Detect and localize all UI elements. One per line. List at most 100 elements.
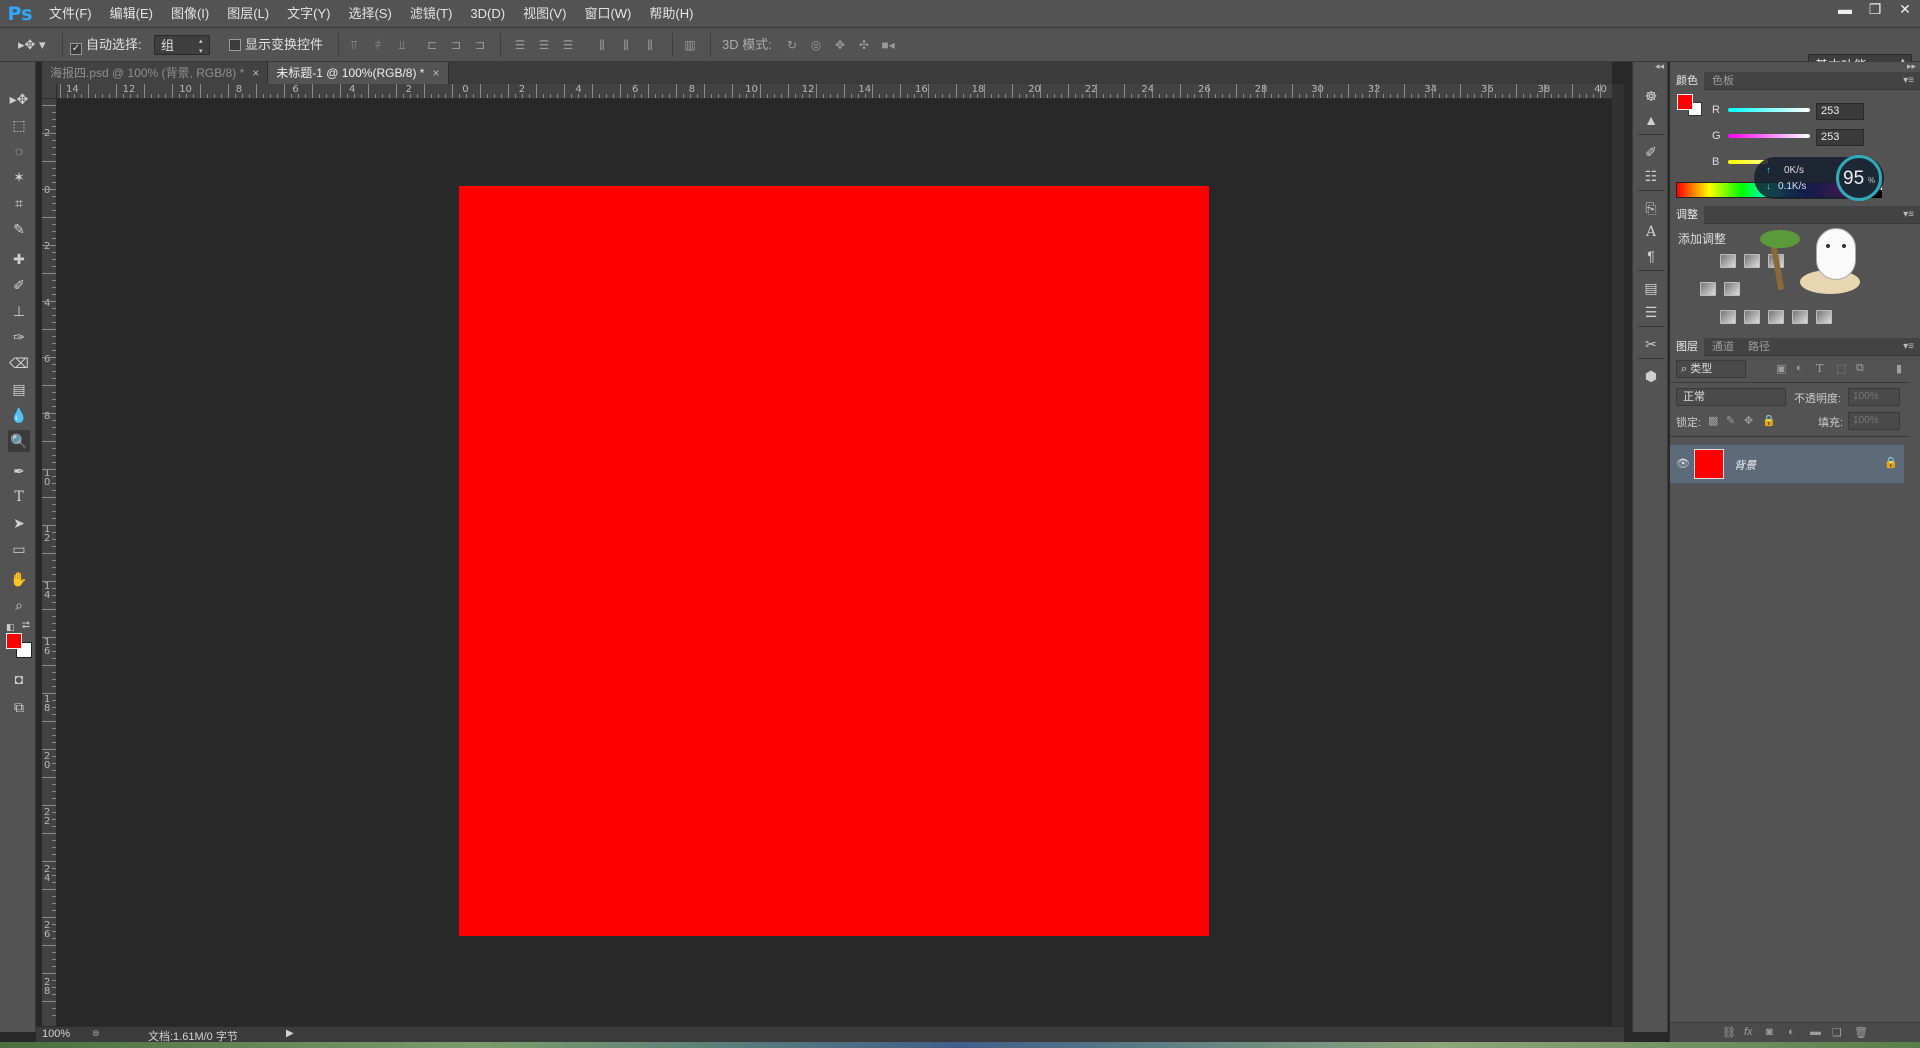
actions-icon[interactable]: ☰ xyxy=(1641,302,1661,322)
stamp-tool-icon[interactable]: ⊥ xyxy=(8,300,30,322)
align-hcenter-icon[interactable]: ⊐ xyxy=(448,37,464,53)
quick-select-tool-icon[interactable]: ✶ xyxy=(8,166,30,188)
ruler-horizontal[interactable]: 14 12 10 8 6 4 2 0 2 4 6 8 10 12 14 16 18 20 22 24 26 28 30 32 3… xyxy=(42,84,1612,99)
align-right-icon[interactable]: ⊐ xyxy=(472,37,488,53)
visibility-eye-icon[interactable]: 👁 xyxy=(1676,457,1690,470)
path-select-icon[interactable]: ➤ xyxy=(8,512,30,534)
hand-tool-icon[interactable]: ✋ xyxy=(8,568,30,590)
filter-smart-icon[interactable]: ⧉ xyxy=(1856,362,1864,375)
lock-pixels-icon[interactable]: ✎ xyxy=(1726,414,1735,427)
type-tool-icon[interactable]: T xyxy=(8,486,30,508)
distribute-right-icon[interactable]: ⫼ xyxy=(642,37,658,53)
lock-all-icon[interactable]: 🔒 xyxy=(1762,414,1776,427)
close-tab-icon[interactable]: × xyxy=(432,66,439,80)
invert-icon[interactable] xyxy=(1720,310,1736,324)
paragraph-icon[interactable]: ¶ xyxy=(1641,246,1661,266)
layer-style-icon[interactable]: fx xyxy=(1744,1026,1753,1038)
menu-select[interactable]: 选择(S) xyxy=(339,0,400,28)
panel-menu-icon[interactable]: ▾≡ xyxy=(1903,72,1914,90)
layer-filter-dropdown[interactable]: ⌕ 类型 xyxy=(1676,360,1746,378)
filter-pixel-icon[interactable]: ▣ xyxy=(1776,362,1786,375)
fill-input[interactable]: 100% xyxy=(1848,412,1900,430)
selective-color-icon[interactable] xyxy=(1792,310,1808,324)
ruler-vertical[interactable]: 20246810121416182022242628 xyxy=(42,99,57,1026)
3d-scale-icon[interactable]: ■◂ xyxy=(880,37,896,53)
tab-channels[interactable]: 通道 xyxy=(1706,338,1740,356)
histogram-icon[interactable]: ▲ xyxy=(1641,110,1661,130)
pen-tool-icon[interactable]: ✒ xyxy=(8,460,30,482)
bw-icon[interactable] xyxy=(1724,282,1740,296)
panel-menu-icon[interactable]: ▾≡ xyxy=(1903,206,1914,224)
new-layer-icon[interactable]: ❏ xyxy=(1832,1026,1842,1039)
default-colors-icon[interactable]: ◧ xyxy=(6,622,15,633)
color-balance-icon[interactable] xyxy=(1700,282,1716,296)
channel-g-value[interactable]: 253 xyxy=(1816,129,1864,146)
menu-file[interactable]: 文件(F) xyxy=(40,0,101,28)
layer-name[interactable]: 背景 xyxy=(1734,457,1756,473)
tab-paths[interactable]: 路径 xyxy=(1742,338,1776,356)
3d-slide-icon[interactable]: ✣ xyxy=(856,37,872,53)
tab-color[interactable]: 颜色 xyxy=(1670,72,1704,90)
move-tool-icon[interactable]: ▸✥ xyxy=(8,88,30,110)
rectangle-tool-icon[interactable]: ▭ xyxy=(8,538,30,560)
collapse-dock-icon[interactable]: ◂◂ xyxy=(1655,61,1664,72)
menu-edit[interactable]: 编辑(E) xyxy=(101,0,162,28)
crop-tool-icon[interactable]: ⌗ xyxy=(8,192,30,214)
3d-panel-icon[interactable]: ⬢ xyxy=(1641,366,1661,386)
vertical-scrollbar[interactable] xyxy=(1612,84,1624,1026)
distribute-left-icon[interactable]: ⫼ xyxy=(594,37,610,53)
distribute-top-icon[interactable]: ☰ xyxy=(512,37,528,53)
foreground-color-swatch[interactable] xyxy=(6,633,22,649)
color-fg-swatch[interactable] xyxy=(1677,94,1693,110)
layer-row[interactable]: 👁 背景 🔒 xyxy=(1670,444,1904,484)
filter-type-icon[interactable]: T xyxy=(1816,362,1823,375)
distribute-bottom-icon[interactable]: ☰ xyxy=(560,37,576,53)
screen-mode-icon[interactable]: ⧉ xyxy=(8,696,30,718)
3d-drag-icon[interactable]: ✥ xyxy=(832,37,848,53)
menu-image[interactable]: 图像(I) xyxy=(162,0,218,28)
brightness-contrast-icon[interactable] xyxy=(1720,254,1736,268)
brush-panel-icon[interactable]: ☷ xyxy=(1641,166,1661,186)
lasso-tool-icon[interactable]: ◌ xyxy=(8,140,30,162)
character-icon[interactable]: A xyxy=(1641,222,1661,242)
new-group-icon[interactable]: ▬ xyxy=(1810,1026,1821,1038)
zoom-level[interactable]: 100% xyxy=(42,1028,70,1040)
tab-adjustments[interactable]: 调整 xyxy=(1670,206,1704,224)
close-button[interactable]: ✕ xyxy=(1890,0,1920,20)
distribute-vcenter-icon[interactable]: ☰ xyxy=(536,37,552,53)
menu-help[interactable]: 帮助(H) xyxy=(640,0,702,28)
gradient-tool-icon[interactable]: ▤ xyxy=(8,378,30,400)
tab-swatches[interactable]: 色板 xyxy=(1706,72,1740,90)
levels-icon[interactable] xyxy=(1744,254,1760,268)
menu-filter[interactable]: 滤镜(T) xyxy=(401,0,462,28)
channel-g-slider[interactable] xyxy=(1728,134,1810,138)
lock-transparent-icon[interactable]: ▩ xyxy=(1708,414,1718,427)
minimize-button[interactable]: ▬ xyxy=(1830,0,1860,20)
filter-shape-icon[interactable]: ⬚ xyxy=(1836,362,1846,375)
blur-tool-icon[interactable]: 💧 xyxy=(8,404,30,426)
tab-document-2[interactable]: 未标题-1 @ 100%(RGB/8) * × xyxy=(268,62,449,84)
show-transform-checkbox[interactable]: 显示变换控件 xyxy=(229,35,323,55)
lock-position-icon[interactable]: ✥ xyxy=(1744,414,1753,427)
auto-select-dropdown[interactable]: 组 xyxy=(154,35,210,57)
auto-align-icon[interactable]: ▥ xyxy=(682,37,698,53)
brush-presets-icon[interactable]: ✐ xyxy=(1641,142,1661,162)
brush-tool-icon[interactable]: ✐ xyxy=(8,274,30,296)
tab-document-1[interactable]: 海报四.psd @ 100% (背景, RGB/8) * × xyxy=(42,62,269,84)
menu-type[interactable]: 文字(Y) xyxy=(278,0,339,28)
eraser-tool-icon[interactable]: ⌫ xyxy=(8,352,30,374)
3d-rotate-icon[interactable]: ↻ xyxy=(784,37,800,53)
eyedropper-tool-icon[interactable]: ✎ xyxy=(8,218,30,240)
close-tab-icon[interactable]: × xyxy=(252,66,259,80)
channel-r-slider[interactable] xyxy=(1728,108,1810,112)
history-brush-icon[interactable]: ✑ xyxy=(8,326,30,348)
filter-adjust-icon[interactable]: ◐ xyxy=(1796,362,1803,374)
marquee-tool-icon[interactable]: ⬚ xyxy=(8,114,30,136)
menu-layer[interactable]: 图层(L) xyxy=(218,0,278,28)
swap-colors-icon[interactable]: ⮂ xyxy=(22,620,30,631)
history-icon[interactable]: ▤ xyxy=(1641,278,1661,298)
align-bottom-icon[interactable]: ⫫ xyxy=(394,37,410,53)
menu-view[interactable]: 视图(V) xyxy=(514,0,575,28)
auto-select-checkbox[interactable]: ✓ 自动选择: xyxy=(70,35,142,55)
expand-panels-icon[interactable]: ▸▸ xyxy=(1907,61,1916,72)
